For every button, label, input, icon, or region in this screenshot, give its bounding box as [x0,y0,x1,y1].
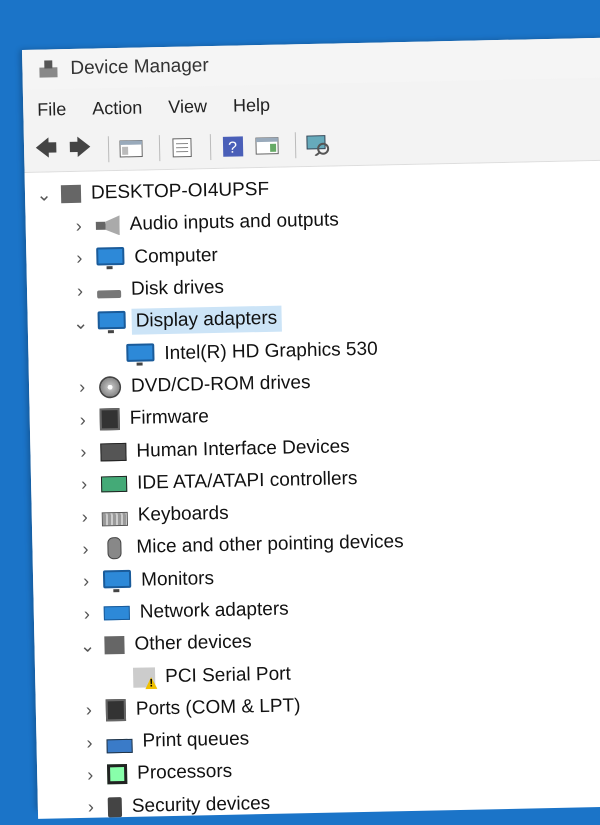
monitor-icon [103,570,131,589]
tree-item-label: Network adapters [140,599,289,624]
unknown-device-icon [104,636,124,654]
keyboard-icon [102,512,128,527]
show-hide-console-tree-icon[interactable] [117,135,146,162]
tree-item-label: Disk drives [131,277,224,301]
chevron-right-icon[interactable]: › [80,700,98,721]
chevron-down-icon[interactable]: ⌄ [35,184,53,205]
chevron-right-icon[interactable]: › [74,409,92,430]
tree-child-label: PCI Serial Port [165,663,291,688]
menu-help[interactable]: Help [233,94,270,116]
tree-item-label: Human Interface Devices [136,436,350,462]
tree-item-label: Security devices [132,793,271,818]
scan-hardware-icon[interactable] [304,132,333,159]
hid-icon [100,442,126,461]
chevron-right-icon[interactable]: › [80,732,98,753]
tree-item-label: Computer [134,245,218,269]
tree-item-label: Audio inputs and outputs [129,210,339,236]
network-icon [104,606,130,621]
tree-item-label: Monitors [141,568,214,592]
root-label: DESKTOP-OI4UPSF [91,179,270,205]
chip-icon [100,408,120,430]
menu-action[interactable]: Action [92,97,142,119]
mouse-icon [107,537,121,559]
tree-item-label: Mice and other pointing devices [136,532,404,560]
dvd-icon [99,376,121,398]
chevron-right-icon[interactable]: › [75,474,93,495]
properties-icon[interactable] [168,134,197,161]
help-icon[interactable]: ? [219,133,248,160]
computer-icon [61,185,81,203]
chevron-right-icon[interactable]: › [73,377,91,398]
tree-item-label: Firmware [130,406,210,430]
tree-item-label: DVD/CD-ROM drives [131,372,311,398]
menu-view[interactable]: View [168,96,207,118]
toolbar-separator [295,132,297,158]
tree-item-label: Ports (COM & LPT) [136,695,301,720]
chevron-right-icon[interactable]: › [78,603,96,624]
ide-icon [101,476,127,493]
chevron-down-icon[interactable]: ⌄ [78,635,96,656]
chevron-right-icon[interactable]: › [76,506,94,527]
chevron-right-icon[interactable]: › [77,571,95,592]
window-title: Device Manager [70,55,209,80]
monitor-icon [96,247,124,266]
printer-icon [106,739,132,754]
tree-item-label: Other devices [134,632,252,656]
warning-device-icon [133,667,155,687]
chevron-right-icon[interactable]: › [74,442,92,463]
chevron-right-icon[interactable]: › [82,797,100,818]
port-icon [106,699,126,721]
action-pane-icon[interactable] [253,133,282,160]
menu-file[interactable]: File [37,99,66,121]
display-adapter-icon [97,311,125,330]
device-manager-icon [36,57,60,81]
tree-child-label: Intel(R) HD Graphics 530 [164,338,378,364]
chevron-right-icon[interactable]: › [69,216,87,237]
toolbar-separator [108,136,110,162]
tree-item-label: Processors [137,761,232,785]
forward-arrow-icon[interactable]: 🡆 [66,137,95,164]
toolbar-separator [159,135,161,161]
chevron-right-icon[interactable]: › [71,280,89,301]
disk-icon [97,290,121,299]
chevron-down-icon[interactable]: ⌄ [72,312,90,333]
speaker-icon [95,215,119,235]
display-adapter-icon [126,343,154,362]
tree-item-label: IDE ATA/ATAPI controllers [137,468,358,495]
tree-item-label: Print queues [142,729,249,753]
svg-text:?: ? [228,140,237,157]
chevron-right-icon[interactable]: › [81,765,99,786]
cpu-icon [107,764,127,784]
tree-item-label: Keyboards [138,503,229,527]
chevron-right-icon[interactable]: › [76,539,94,560]
tree-item-label: Display adapters [131,306,281,335]
device-tree[interactable]: ⌄ DESKTOP-OI4UPSF › Audio inputs and out… [25,160,600,818]
toolbar-separator [210,134,212,160]
device-manager-window: Device Manager File Action View Help 🡄 🡆… [22,37,600,809]
back-arrow-icon[interactable]: 🡄 [32,137,61,164]
chevron-right-icon[interactable]: › [70,248,88,269]
